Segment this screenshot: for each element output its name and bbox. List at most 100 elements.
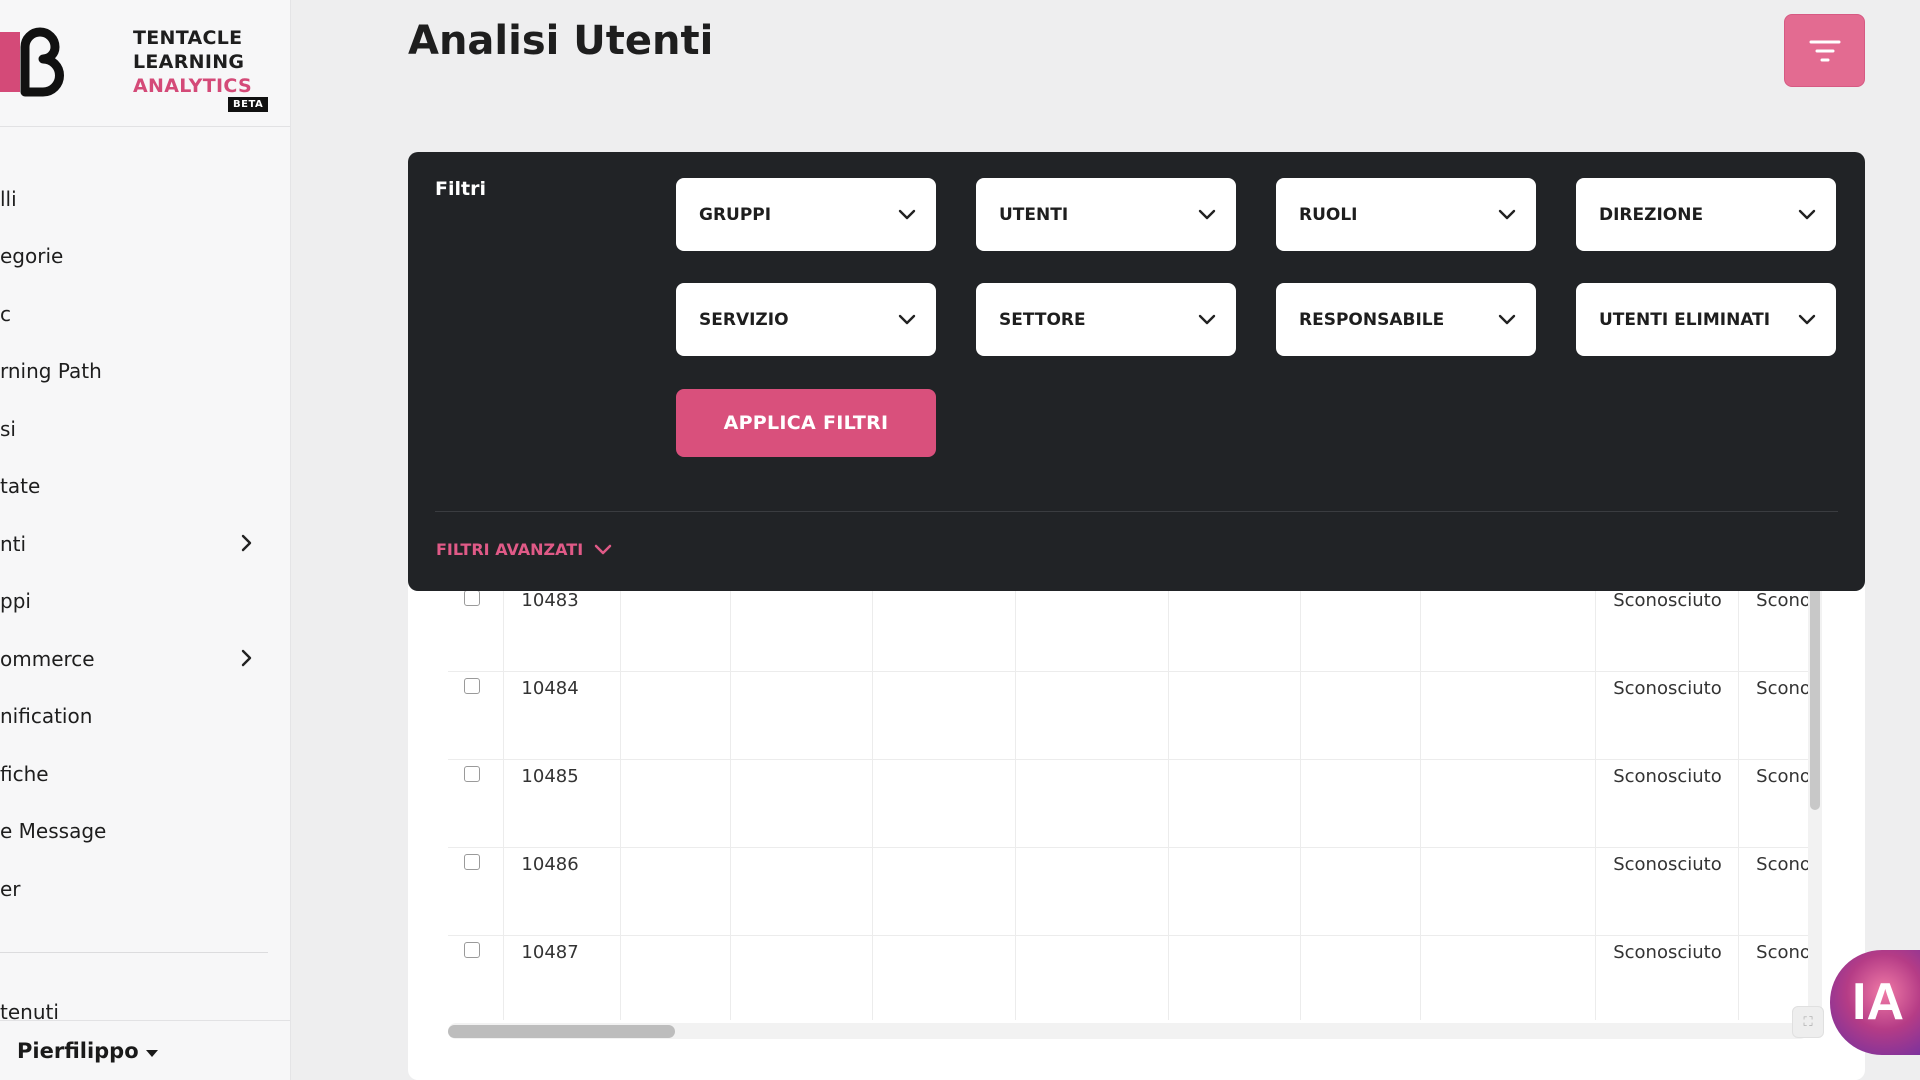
filter-panel: Filtri GRUPPI UTENTI RUOLI DIREZIONE SERVIZI… (408, 152, 1865, 591)
filter-dropdown-label: SETTORE (999, 309, 1086, 330)
sidebar-item[interactable]: fiche (0, 745, 290, 803)
advanced-filters-toggle[interactable]: FILTRI AVANZATI (436, 540, 613, 559)
table-cell (1015, 847, 1169, 936)
sidebar-item[interactable]: rning Path (0, 343, 290, 401)
apply-filters-button[interactable]: APPLICA FILTRI (676, 389, 936, 457)
filter-dropdown-settore[interactable]: SETTORE (976, 283, 1236, 356)
filter-dropdown-responsabile[interactable]: RESPONSABILE (1276, 283, 1536, 356)
brand-line-3: ANALYTICS (133, 75, 252, 97)
sidebar-item-label: nti (0, 531, 27, 556)
filter-dropdown-gruppi[interactable]: GRUPPI (676, 178, 936, 251)
table-row[interactable]: 10487 Sconosciuto Scono (448, 935, 1812, 1020)
chevron-down-icon (1498, 314, 1516, 325)
table-cell: Scono (1738, 759, 1812, 848)
vertical-scrollbar[interactable] (1808, 520, 1822, 1020)
sidebar-item[interactable]: e Message (0, 803, 290, 861)
sidebar-item-label: e Message (0, 819, 107, 844)
table-cell (620, 671, 731, 760)
sidebar-nav: lli egorie c rning Path si tate nti ppi ommerce n… (0, 170, 290, 918)
ai-assistant-label: IA (1852, 973, 1904, 1031)
users-table-scroll[interactable]: 10483 Sconosciuto Scono 10484 Sconosciuto Sco… (448, 520, 1812, 1020)
status-cell: Sconosciuto (1613, 677, 1722, 699)
table-cell (730, 759, 874, 848)
chevron-down-icon (1498, 209, 1516, 220)
beta-badge: BETA (228, 97, 269, 112)
sidebar-item[interactable]: ppi (0, 573, 290, 631)
user-id: 10484 (521, 677, 579, 699)
table-cell (1300, 847, 1421, 936)
horizontal-scrollbar-thumb[interactable] (448, 1025, 675, 1038)
chevron-down-icon (1798, 314, 1816, 325)
table-cell (1015, 671, 1169, 760)
filter-dropdown-utenti[interactable]: UTENTI (976, 178, 1236, 251)
table-row[interactable]: 10484 Sconosciuto Scono (448, 671, 1812, 760)
sidebar-item-label: rning Path (0, 359, 102, 384)
table-cell (1015, 583, 1169, 672)
sidebar-item[interactable]: er (0, 860, 290, 918)
filter-dropdown-label: UTENTI (999, 204, 1069, 225)
filter-dropdown-servizio[interactable]: SERVIZIO (676, 283, 936, 356)
sidebar-item-label: c (0, 301, 11, 326)
row-checkbox[interactable] (464, 765, 480, 782)
table-cell (1168, 671, 1302, 760)
table-cell (872, 935, 1017, 1020)
table-cell (620, 759, 731, 848)
row-checkbox[interactable] (464, 677, 480, 694)
expand-icon[interactable]: ⛶ (1792, 1006, 1824, 1038)
sidebar-item-label: si (0, 416, 16, 441)
table-cell (1420, 935, 1597, 1020)
user-menu[interactable]: Pierfilippo (0, 1020, 290, 1080)
filter-toggle-button[interactable] (1784, 14, 1865, 87)
sidebar-item[interactable]: tate (0, 458, 290, 516)
filter-dropdown-label: RESPONSABILE (1299, 309, 1445, 330)
table-cell (730, 935, 874, 1020)
chevron-right-icon (241, 534, 252, 552)
filter-dropdown-ruoli[interactable]: RUOLI (1276, 178, 1536, 251)
table-cell (1015, 759, 1169, 848)
table-cell (448, 935, 505, 1020)
brand-line-2: LEARNING (133, 51, 245, 73)
sidebar-item[interactable]: egorie (0, 228, 290, 286)
status-cell-truncated: Scono (1756, 853, 1811, 875)
sidebar-item[interactable]: si (0, 400, 290, 458)
table-cell (730, 671, 874, 760)
table-cell: 10486 (503, 847, 622, 936)
chevron-down-icon (898, 314, 916, 325)
users-table-card: 10483 Sconosciuto Scono 10484 Sconosciuto Sco… (408, 520, 1865, 1080)
table-cell: Sconosciuto (1595, 759, 1740, 848)
table-cell (1168, 759, 1302, 848)
row-checkbox[interactable] (464, 589, 480, 606)
sidebar-item[interactable]: c (0, 285, 290, 343)
table-row[interactable]: 10485 Sconosciuto Scono (448, 759, 1812, 848)
table-cell (1300, 935, 1421, 1020)
users-table: 10483 Sconosciuto Scono 10484 Sconosciuto Sco… (448, 520, 1812, 1020)
table-cell (448, 671, 505, 760)
table-cell (1420, 671, 1597, 760)
status-cell: Sconosciuto (1613, 853, 1722, 875)
user-id: 10487 (521, 941, 579, 963)
status-cell: Sconosciuto (1613, 941, 1722, 963)
sidebar-item-label: fiche (0, 761, 49, 786)
table-cell (730, 847, 874, 936)
table-row[interactable]: 10486 Sconosciuto Scono (448, 847, 1812, 936)
sidebar-item[interactable]: ommerce (0, 630, 290, 688)
horizontal-scrollbar[interactable] (448, 1023, 1808, 1039)
table-cell (1168, 935, 1302, 1020)
filter-dropdown-utenti-eliminati[interactable]: UTENTI ELIMINATI (1576, 283, 1836, 356)
sidebar-item[interactable]: nification (0, 688, 290, 746)
sidebar-item[interactable]: lli (0, 170, 290, 228)
row-checkbox[interactable] (464, 853, 480, 870)
status-cell: Sconosciuto (1613, 765, 1722, 787)
chevron-down-icon (1198, 314, 1216, 325)
status-cell-truncated: Scono (1756, 765, 1811, 787)
filter-dropdown-direzione[interactable]: DIREZIONE (1576, 178, 1836, 251)
row-checkbox[interactable] (464, 941, 480, 958)
sidebar-item-label: ppi (0, 589, 31, 614)
table-row[interactable]: 10483 Sconosciuto Scono (448, 583, 1812, 672)
table-cell (1420, 759, 1597, 848)
sidebar-item[interactable]: nti (0, 515, 290, 573)
table-cell (1168, 847, 1302, 936)
filter-icon (1809, 40, 1840, 61)
filter-dropdown-label: RUOLI (1299, 204, 1358, 225)
user-id: 10485 (521, 765, 579, 787)
